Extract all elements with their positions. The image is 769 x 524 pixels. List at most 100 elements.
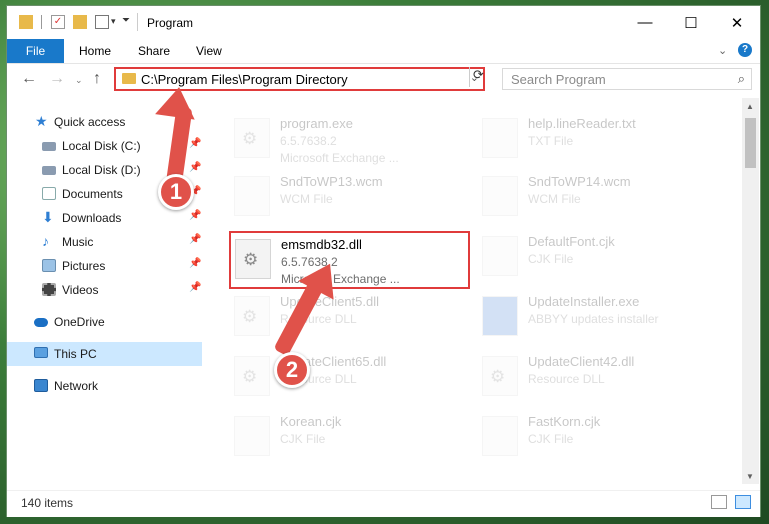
view-icon[interactable] [95, 15, 109, 29]
pin-icon[interactable]: 📌 [189, 210, 201, 221]
pin-icon[interactable]: 📌 [189, 162, 201, 173]
recent-locations-icon[interactable]: ⌄ [75, 75, 83, 86]
exe-icon: ⚙ [234, 118, 270, 158]
address-row: ← → ⌄ ↑ C:\Program Files\Program Directo… [7, 64, 760, 96]
dll-icon: ⚙ [234, 356, 270, 396]
file-icon [482, 176, 518, 216]
close-button[interactable]: ✕ [714, 6, 760, 39]
sidebar-item-network[interactable]: Network [7, 374, 202, 398]
minimize-button[interactable]: — [622, 6, 668, 39]
file-type: CJK File [280, 432, 326, 446]
folder-icon [122, 73, 136, 84]
separator [41, 15, 42, 29]
download-arrow-icon: ⬇ [42, 209, 54, 225]
details-view-icon[interactable] [711, 495, 727, 509]
cloud-icon [34, 318, 48, 327]
back-arrow-icon[interactable]: ← [21, 70, 37, 88]
step-badge-2: 2 [274, 352, 310, 388]
file-icon [234, 176, 270, 216]
forward-arrow-icon[interactable]: → [49, 70, 65, 88]
file-version: 6.5.7638.2 [280, 134, 337, 148]
sidebar-item-this-pc[interactable]: This PC [7, 342, 202, 366]
refresh-icon[interactable]: ⟳ [469, 67, 487, 87]
file-item[interactable]: Korean.cjk CJK File [234, 412, 474, 464]
file-name: SndToWP14.wcm [528, 174, 631, 189]
chevron-down-icon[interactable]: ▾ [111, 16, 116, 27]
file-description: Microsoft Exchange ... [280, 151, 399, 165]
properties-icon[interactable]: ✓ [51, 15, 65, 29]
sidebar-item-pictures[interactable]: Pictures 📌 [7, 254, 202, 278]
pin-icon[interactable]: 📌 [189, 234, 201, 245]
file-type: CJK File [528, 252, 574, 266]
arrow-head [155, 84, 199, 120]
window-title: Program [147, 16, 194, 30]
file-name: SndToWP13.wcm [280, 174, 383, 189]
file-icon [234, 416, 270, 456]
drive-icon [42, 142, 56, 151]
highlighted-file-item[interactable]: ⚙ emsmdb32.dll 6.5.7638.2 Microsoft Exch… [229, 231, 470, 289]
ribbon-tabs: File Home Share View ⌄ ? [7, 39, 760, 64]
search-input[interactable]: Search Program ⌕ [502, 68, 752, 90]
maximize-button[interactable]: ☐ [668, 6, 714, 39]
sidebar-item-label: Videos [62, 283, 99, 297]
file-item[interactable]: ⚙ program.exe 6.5.7638.2 Microsoft Excha… [234, 114, 474, 166]
dll-icon: ⚙ [234, 296, 270, 336]
file-item[interactable]: SndToWP13.wcm WCM File [234, 172, 474, 224]
pin-icon[interactable]: 📌 [189, 138, 201, 149]
scrollbar-thumb[interactable] [745, 118, 756, 168]
file-type: WCM File [528, 192, 581, 206]
file-item[interactable]: SndToWP14.wcm WCM File [482, 172, 722, 224]
music-note-icon: ♪ [42, 233, 49, 249]
pin-icon[interactable]: 📌 [189, 258, 201, 269]
status-bar: 140 items [7, 490, 760, 517]
monitor-icon [34, 347, 48, 358]
expand-ribbon-icon[interactable]: ⌄ [718, 44, 727, 57]
help-icon[interactable]: ? [738, 43, 752, 57]
sidebar-item-label: Local Disk (C:) [62, 139, 141, 153]
customize-toolbar-icon[interactable]: ⏷ [122, 15, 130, 26]
star-icon: ★ [35, 113, 48, 129]
sidebar-item-label: Pictures [62, 259, 106, 273]
tab-home[interactable]: Home [79, 44, 111, 58]
pin-icon[interactable]: 📌 [189, 282, 201, 293]
item-count: 140 items [21, 496, 74, 510]
file-name: emsmdb32.dll [281, 237, 362, 252]
file-item[interactable]: ⚙ UpdateClient65.dll Resource DLL [234, 352, 474, 404]
search-placeholder: Search Program [511, 72, 606, 87]
file-item[interactable]: DefaultFont.cjk CJK File [482, 232, 722, 284]
step-badge-1: 1 [158, 174, 194, 210]
tab-view[interactable]: View [196, 44, 222, 58]
large-icons-view-icon[interactable] [735, 495, 751, 509]
vertical-scrollbar[interactable]: ▲ ▼ [742, 98, 759, 484]
file-item[interactable]: help.lineReader.txt TXT File [482, 114, 722, 166]
file-name: DefaultFont.cjk [528, 234, 615, 249]
up-arrow-icon[interactable]: ↑ [93, 70, 101, 88]
file-item[interactable]: UpdateInstaller.exe ABBYY updates instal… [482, 292, 722, 344]
sidebar-item-music[interactable]: ♪ Music 📌 [7, 230, 202, 254]
file-name: UpdateClient42.dll [528, 354, 635, 369]
file-item[interactable]: FastKorn.cjk CJK File [482, 412, 722, 464]
sidebar-item-label: Local Disk (D:) [62, 163, 141, 177]
file-type: Resource DLL [528, 372, 605, 386]
tab-file[interactable]: File [7, 39, 64, 63]
file-description: ABBYY updates installer [528, 312, 659, 326]
separator [137, 13, 138, 31]
scroll-down-arrow-icon[interactable]: ▼ [746, 472, 754, 481]
sidebar-item-label: Downloads [62, 211, 122, 225]
pictures-icon [42, 259, 56, 272]
explorer-window: ✓ ▾ ⏷ Program — ☐ ✕ File Home Share View… [7, 6, 760, 517]
file-item[interactable]: ⚙ emsmdb32.dll 6.5.7638.2 Microsoft Exch… [235, 235, 475, 287]
scroll-up-arrow-icon[interactable]: ▲ [746, 102, 754, 111]
sidebar-item-onedrive[interactable]: OneDrive [7, 310, 202, 334]
file-item[interactable]: ⚙ UpdateClient5.dll Resource DLL [234, 292, 474, 344]
file-item[interactable]: ⚙ UpdateClient42.dll Resource DLL [482, 352, 722, 404]
new-folder-icon[interactable] [73, 15, 87, 29]
sidebar-item-videos[interactable]: Videos 📌 [7, 278, 202, 302]
sidebar-item-label: Quick access [54, 115, 126, 129]
file-list: ⚙ program.exe 6.5.7638.2 Microsoft Excha… [210, 98, 740, 484]
dll-icon: ⚙ [235, 239, 271, 279]
dll-icon: ⚙ [482, 356, 518, 396]
file-name: Korean.cjk [280, 414, 342, 429]
tab-share[interactable]: Share [138, 44, 170, 58]
address-path: C:\Program Files\Program Directory [141, 72, 348, 87]
